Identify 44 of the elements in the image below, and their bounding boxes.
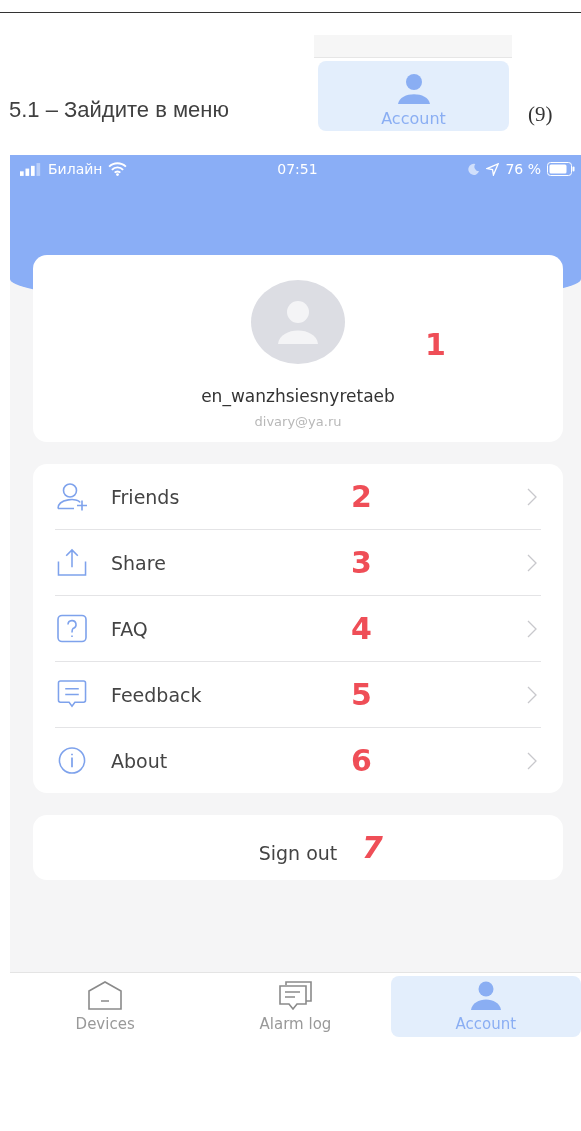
moon-icon — [467, 162, 481, 176]
battery-percent: 76 % — [505, 161, 541, 177]
person-plus-icon — [56, 482, 88, 511]
menu-item[interactable]: About 6 — [55, 728, 541, 793]
annotation-number: 5 — [351, 680, 372, 710]
menu-item[interactable]: Share 3 — [55, 530, 541, 596]
annotation-number: 6 — [351, 746, 372, 776]
upload-icon — [56, 548, 88, 577]
chevron-right-icon — [527, 619, 537, 638]
menu-label: About — [111, 749, 168, 772]
menu-label: FAQ — [111, 617, 148, 640]
menu-label: Friends — [111, 485, 180, 508]
menu-label: Share — [111, 551, 166, 574]
house-icon — [87, 980, 124, 1011]
annotation-number: 2 — [351, 482, 372, 512]
menu-item[interactable]: Feedback 5 — [55, 662, 541, 728]
help-icon — [56, 614, 88, 643]
email: divary@ya.ru — [254, 414, 342, 429]
clock-time: 07:51 — [277, 161, 318, 177]
chat-icon — [56, 680, 88, 709]
chevron-right-icon — [527, 685, 537, 704]
messages-icon — [277, 980, 314, 1011]
carrier-name: Билайн — [48, 161, 103, 177]
username: en_wanzhsiesnyretaeb — [201, 386, 395, 406]
annotation-number: 4 — [351, 614, 372, 644]
battery-icon — [547, 162, 575, 176]
annotation-number: 3 — [351, 548, 372, 578]
chevron-right-icon — [527, 487, 537, 506]
menu-item[interactable]: Friends 2 — [55, 464, 541, 530]
tab-label: Account — [381, 109, 446, 128]
figure-number: (9) — [528, 102, 553, 128]
annotation-number: 1 — [425, 330, 446, 360]
caption-text: 5.1 – Зайдите в меню — [9, 97, 230, 124]
menu-item[interactable]: FAQ 4 — [55, 596, 541, 662]
wifi-icon — [108, 162, 128, 176]
location-arrow-icon — [486, 162, 500, 176]
person-icon — [395, 73, 432, 105]
menu-label: Feedback — [111, 683, 202, 706]
annotation-number: 7 — [362, 833, 383, 863]
info-icon — [56, 746, 88, 775]
chevron-right-icon — [527, 751, 537, 770]
avatar-icon — [251, 280, 345, 364]
chevron-right-icon — [527, 553, 537, 572]
signal-icon — [20, 162, 42, 176]
